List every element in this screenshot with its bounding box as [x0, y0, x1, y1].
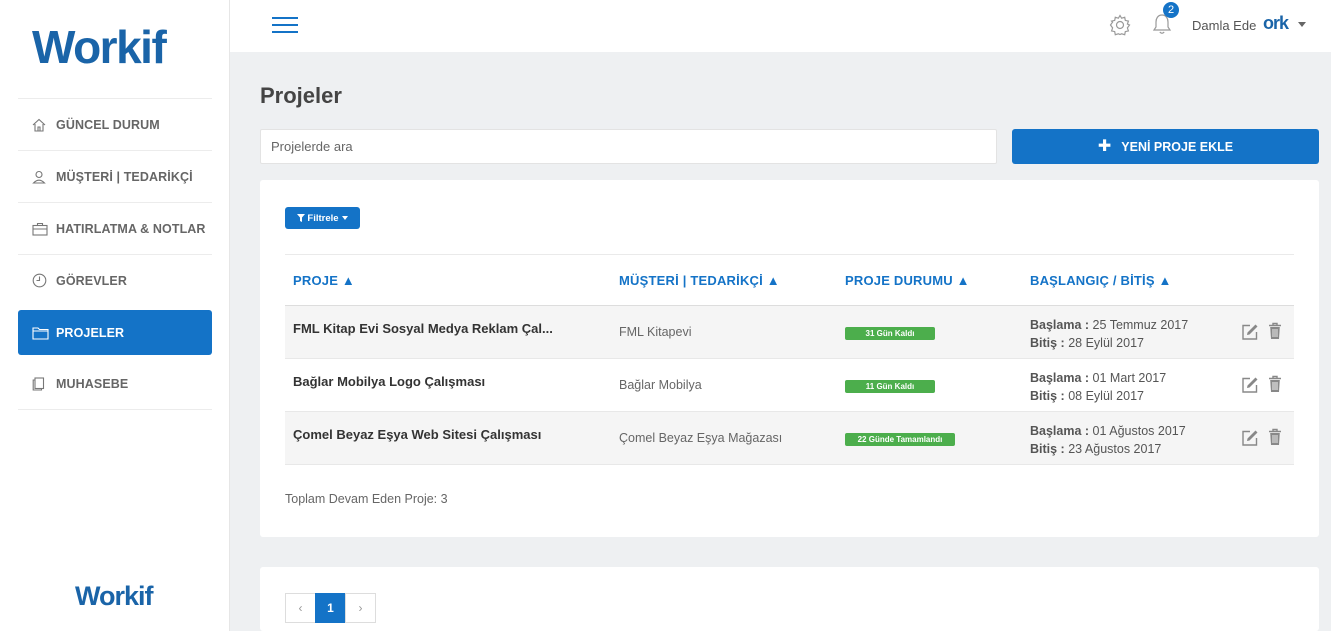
menu-toggle-icon[interactable] — [272, 17, 298, 35]
page-title: Projeler — [260, 83, 342, 108]
total-projects: Toplam Devam Eden Proje: 3 — [285, 492, 448, 506]
projects-card: Filtrele PROJE ▲ MÜŞTERİ | TEDARİKÇİ ▲ P… — [260, 180, 1319, 537]
end-date: 28 Eylül 2017 — [1068, 336, 1144, 350]
filter-label: Filtrele — [307, 212, 339, 224]
clock-icon — [32, 273, 52, 289]
sort-project-header[interactable]: PROJE ▲ — [293, 273, 355, 288]
home-icon — [32, 117, 52, 133]
notification-badge: 2 — [1163, 2, 1179, 18]
project-dates: Başlama : 01 Mart 2017 Bitiş : 08 Eylül … — [1030, 369, 1166, 405]
table-row: Bağlar Mobilya Logo Çalışması Bağlar Mob… — [285, 359, 1294, 412]
table-header: PROJE ▲ MÜŞTERİ | TEDARİKÇİ ▲ PROJE DURU… — [285, 254, 1294, 306]
search-input[interactable] — [260, 129, 997, 164]
sidebar-item-projeler[interactable]: PROJELER — [18, 310, 212, 355]
pagination-card: ‹ 1 › — [260, 567, 1319, 631]
plus-icon: ✚ — [1097, 137, 1112, 155]
user-name[interactable]: Damla Ede — [1192, 18, 1256, 33]
project-dates: Başlama : 25 Temmuz 2017 Bitiş : 28 Eylü… — [1030, 316, 1188, 352]
end-date: 08 Eylül 2017 — [1068, 389, 1144, 403]
pagination: ‹ 1 › — [285, 593, 376, 623]
chevron-down-icon[interactable] — [1298, 22, 1306, 27]
start-date: 25 Temmuz 2017 — [1092, 318, 1189, 332]
project-name[interactable]: Bağlar Mobilya Logo Çalışması — [293, 374, 485, 389]
projects-table: PROJE ▲ MÜŞTERİ | TEDARİKÇİ ▲ PROJE DURU… — [285, 254, 1294, 465]
sidebar-item-gorevler[interactable]: GÖREVLER — [18, 254, 212, 306]
start-label: Başlama : — [1030, 371, 1090, 385]
sort-client-header[interactable]: MÜŞTERİ | TEDARİKÇİ ▲ — [619, 273, 780, 288]
page-1-button[interactable]: 1 — [315, 593, 346, 623]
start-label: Başlama : — [1030, 424, 1090, 438]
client-name: Bağlar Mobilya — [619, 378, 702, 392]
sidebar-item-label: PROJELER — [56, 325, 125, 340]
sidebar-item-muhasebe[interactable]: MUHASEBE — [18, 358, 212, 410]
trash-icon[interactable] — [1268, 375, 1282, 398]
document-icon — [32, 376, 52, 392]
end-date: 23 Ağustos 2017 — [1068, 442, 1162, 456]
status-badge: 11 Gün Kaldı — [845, 380, 935, 393]
start-date: 01 Ağustos 2017 — [1092, 424, 1186, 438]
sort-status-header[interactable]: PROJE DURUMU ▲ — [845, 273, 970, 288]
project-name[interactable]: FML Kitap Evi Sosyal Medya Reklam Çal... — [293, 321, 553, 336]
trash-icon[interactable] — [1268, 428, 1282, 451]
client-name: FML Kitapevi — [619, 325, 692, 339]
end-label: Bitiş : — [1030, 442, 1065, 456]
table-row: Çomel Beyaz Eşya Web Sitesi Çalışması Ço… — [285, 412, 1294, 465]
add-project-button[interactable]: ✚ YENİ PROJE EKLE — [1012, 129, 1319, 164]
add-project-label: YENİ PROJE EKLE — [1121, 139, 1234, 154]
start-label: Başlama : — [1030, 318, 1090, 332]
start-date: 01 Mart 2017 — [1092, 371, 1167, 385]
sidebar-item-guncel-durum[interactable]: GÜNCEL DURUM — [18, 98, 212, 150]
sidebar: Workif GÜNCEL DURUM MÜŞTERİ | TEDARİKÇİ … — [0, 0, 230, 631]
avatar[interactable]: ork — [1263, 13, 1289, 34]
sidebar-item-label: MUHASEBE — [56, 376, 129, 391]
prev-page-button[interactable]: ‹ — [285, 593, 316, 623]
briefcase-icon — [32, 221, 52, 237]
status-badge: 31 Gün Kaldı — [845, 327, 935, 340]
workif-footer-logo: Workif — [75, 581, 154, 611]
trash-icon[interactable] — [1268, 322, 1282, 345]
workif-logo[interactable]: Workif — [32, 20, 167, 74]
end-label: Bitiş : — [1030, 336, 1065, 350]
project-dates: Başlama : 01 Ağustos 2017 Bitiş : 23 Ağu… — [1030, 422, 1186, 458]
next-page-button[interactable]: › — [345, 593, 376, 623]
sidebar-item-label: GÖREVLER — [56, 273, 127, 288]
sidebar-item-label: HATIRLATMA & NOTLAR — [56, 221, 206, 236]
edit-icon[interactable] — [1241, 323, 1259, 346]
user-icon — [32, 169, 52, 185]
client-name: Çomel Beyaz Eşya Mağazası — [619, 431, 783, 445]
edit-icon[interactable] — [1241, 376, 1259, 399]
table-row: FML Kitap Evi Sosyal Medya Reklam Çal...… — [285, 306, 1294, 359]
caret-down-icon — [341, 216, 348, 220]
filter-button[interactable]: Filtrele — [285, 207, 360, 229]
sidebar-item-hatirlatma-notlar[interactable]: HATIRLATMA & NOTLAR — [18, 202, 212, 254]
folder-icon — [32, 325, 52, 341]
edit-icon[interactable] — [1241, 429, 1259, 452]
topbar: 2 Damla Ede ork — [230, 0, 1331, 52]
sort-dates-header[interactable]: BAŞLANGIÇ / BİTİŞ ▲ — [1030, 273, 1172, 288]
status-badge: 22 Günde Tamamlandı — [845, 433, 955, 446]
project-name[interactable]: Çomel Beyaz Eşya Web Sitesi Çalışması — [293, 427, 541, 442]
sidebar-item-label: MÜŞTERİ | TEDARİKÇİ — [56, 169, 193, 184]
filter-icon — [297, 214, 306, 222]
end-label: Bitiş : — [1030, 389, 1065, 403]
sidebar-item-label: GÜNCEL DURUM — [56, 117, 160, 132]
gear-icon[interactable] — [1108, 13, 1132, 42]
sidebar-item-musteri-tedarikci[interactable]: MÜŞTERİ | TEDARİKÇİ — [18, 150, 212, 202]
sidebar-nav: GÜNCEL DURUM MÜŞTERİ | TEDARİKÇİ HATIRLA… — [18, 98, 212, 410]
